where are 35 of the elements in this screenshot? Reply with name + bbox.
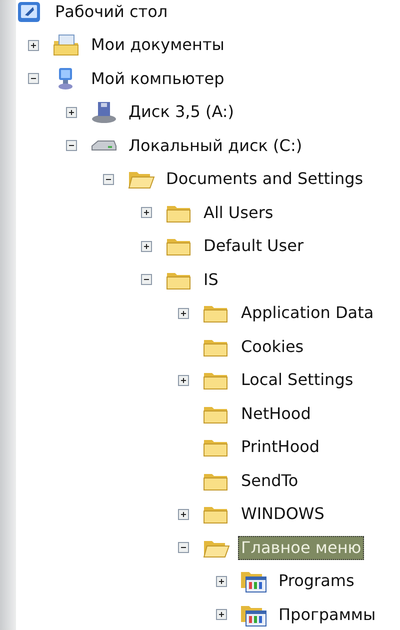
tree-item[interactable]: NetHood xyxy=(238,402,314,426)
tree-item[interactable]: SendTo xyxy=(238,468,302,493)
tree-item[interactable]: Программы xyxy=(276,602,379,627)
documents-folder-icon xyxy=(52,33,80,58)
tree-item[interactable]: Default User xyxy=(200,234,307,258)
tree-item[interactable]: PrintHood xyxy=(238,435,323,460)
expand-toggle[interactable] xyxy=(178,508,189,520)
tree-item[interactable]: Мои документы xyxy=(88,33,228,58)
tree-item[interactable]: Local Settings xyxy=(238,368,356,392)
expand-toggle[interactable] xyxy=(66,140,76,152)
expand-toggle[interactable] xyxy=(216,609,226,620)
expand-toggle[interactable] xyxy=(178,308,189,319)
tree-item[interactable]: Мой компьютер xyxy=(88,66,228,91)
expand-toggle[interactable] xyxy=(140,274,152,286)
tree-item[interactable]: Documents and Settings xyxy=(163,167,366,192)
expand-toggle[interactable] xyxy=(28,40,39,51)
tree-item[interactable]: Cookies xyxy=(238,334,307,359)
expand-toggle[interactable] xyxy=(103,174,114,185)
tree-item[interactable]: IS xyxy=(200,268,222,292)
program-folder-icon xyxy=(240,569,268,594)
expand-toggle[interactable] xyxy=(178,374,189,386)
tree-item[interactable]: WINDOWS xyxy=(238,502,328,526)
expand-toggle[interactable] xyxy=(216,576,226,587)
expand-toggle[interactable] xyxy=(66,106,76,118)
tree-item[interactable]: Локальный диск (C:) xyxy=(126,134,306,158)
expand-toggle[interactable] xyxy=(140,240,152,252)
expand-toggle[interactable] xyxy=(140,207,152,218)
expand-toggle[interactable] xyxy=(178,542,189,554)
floppy-drive-icon xyxy=(90,100,118,124)
tree-item[interactable]: Диск 3,5 (A:) xyxy=(126,100,238,124)
tree-item[interactable]: Programs xyxy=(276,569,358,594)
tree-item[interactable]: Рабочий стол xyxy=(52,0,171,24)
tree-item[interactable]: Application Data xyxy=(238,301,377,326)
tree-item[interactable]: All Users xyxy=(200,200,276,225)
expand-toggle[interactable] xyxy=(28,73,39,84)
